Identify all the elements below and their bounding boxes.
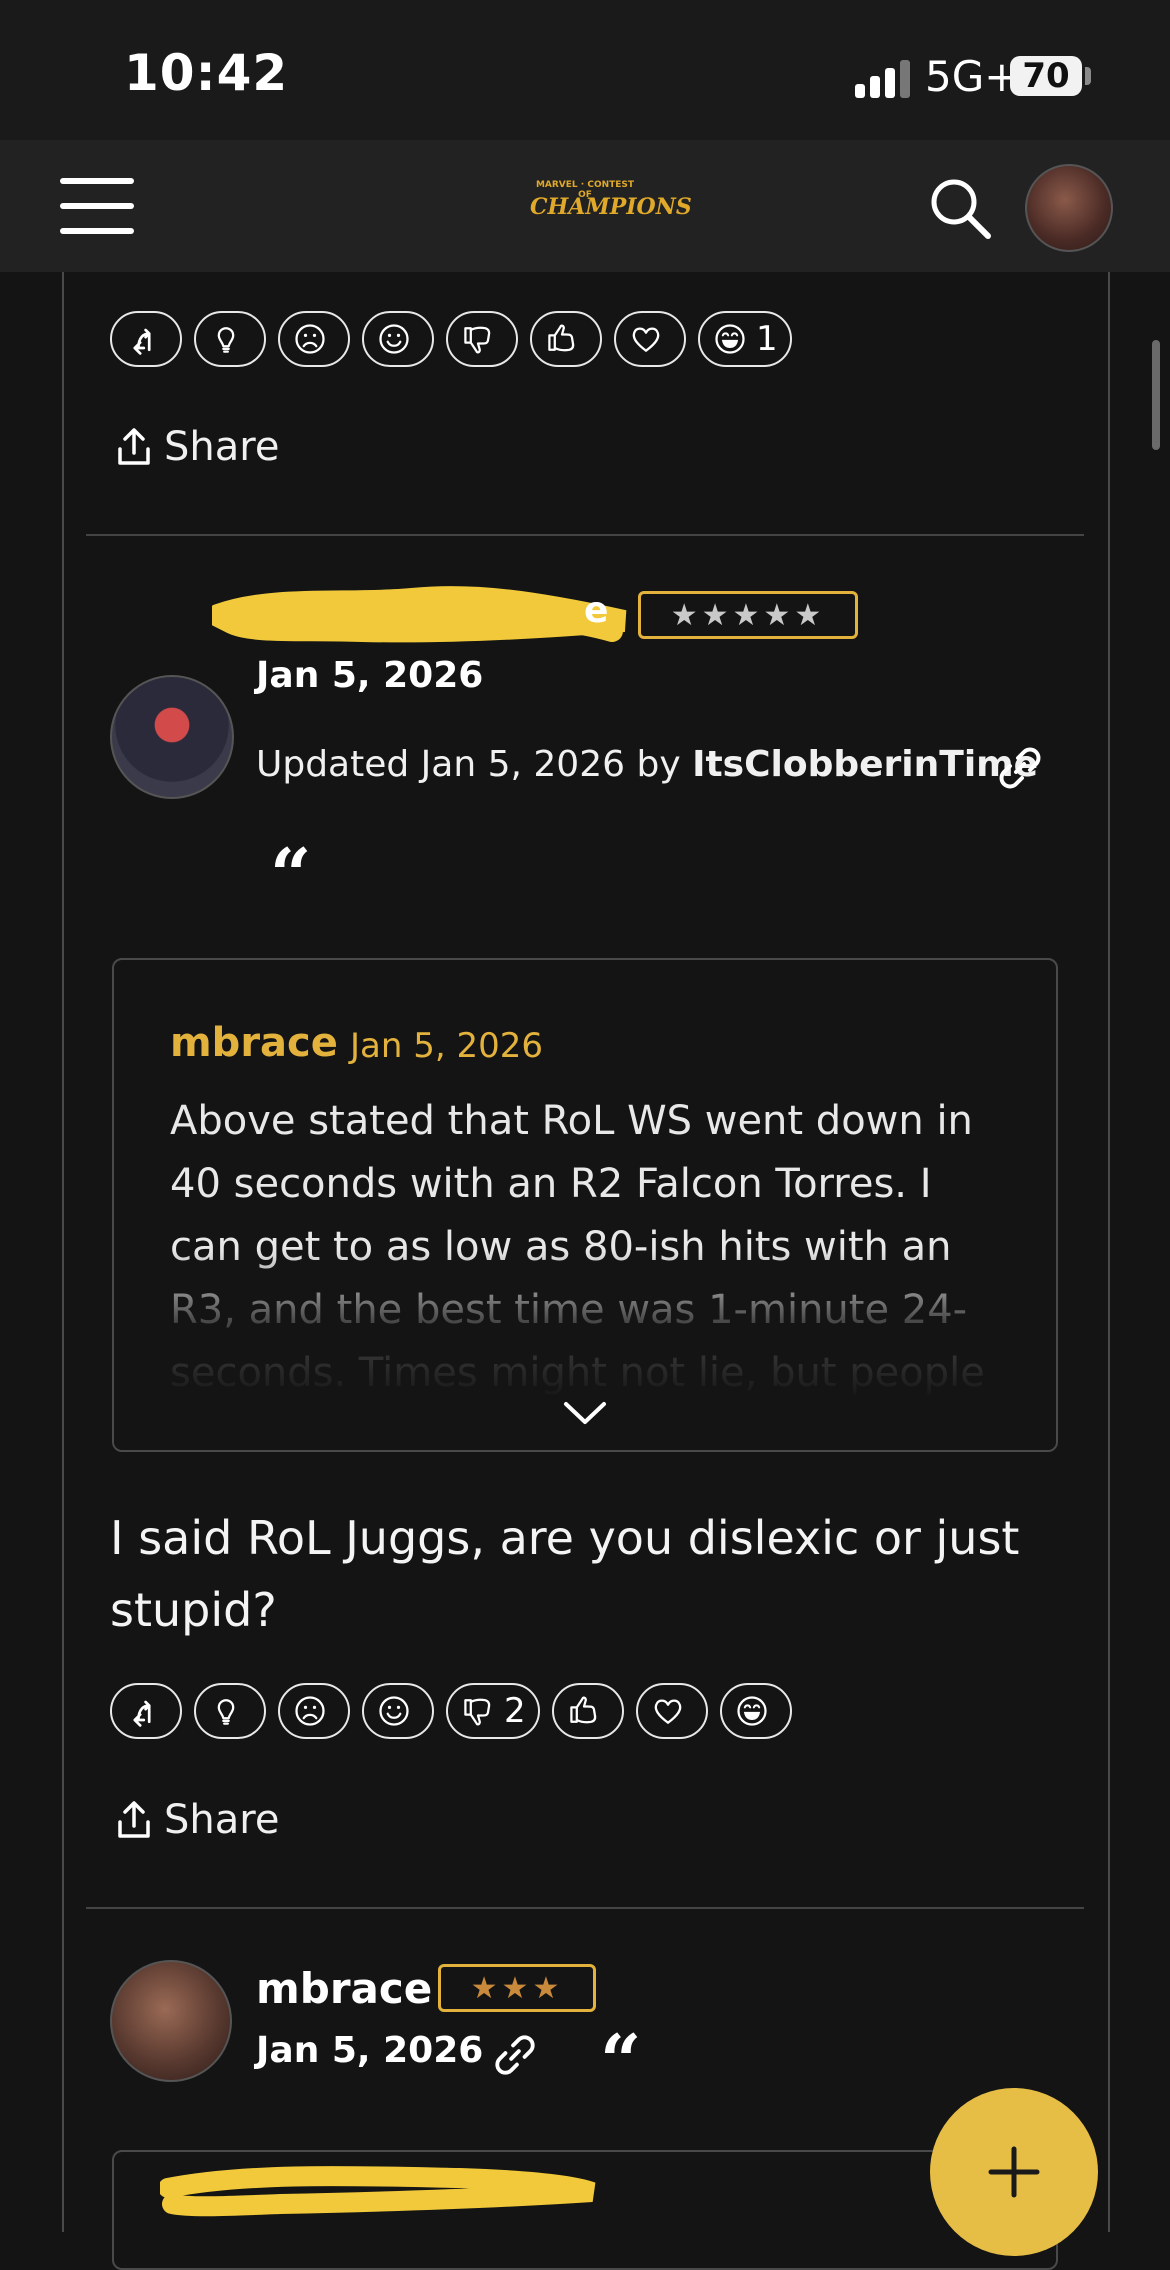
reaction-button[interactable] (194, 1683, 266, 1739)
reaction-bar: 2 (110, 1683, 792, 1739)
share-icon (118, 428, 150, 465)
reply-icon (133, 1700, 151, 1727)
quote-author[interactable]: mbrace (170, 1020, 338, 1066)
post-body: I said RoL Juggs, are you dislexic or ju… (110, 1511, 1020, 1637)
laugh-face-icon (737, 1696, 767, 1726)
reaction-button[interactable] (362, 311, 434, 367)
reaction-button[interactable] (446, 311, 518, 367)
battery-cap (1085, 67, 1091, 85)
logo-title: CHAMPIONS (530, 194, 692, 220)
reaction-count: 1 (756, 319, 778, 359)
heart-icon (632, 327, 660, 352)
plus-icon (988, 2146, 1040, 2198)
reaction-button[interactable] (110, 1683, 182, 1739)
reaction-button[interactable]: 1 (698, 311, 792, 367)
share-label: Share (164, 424, 280, 470)
reaction-button[interactable] (194, 311, 266, 367)
reaction-button[interactable] (278, 1683, 350, 1739)
reaction-button[interactable] (719, 1683, 792, 1739)
reply-icon (133, 328, 151, 355)
share-button[interactable]: Share (116, 424, 279, 470)
smile-face-icon (379, 1696, 409, 1726)
thumbs-up-icon (569, 1696, 596, 1724)
user-avatar[interactable] (1025, 164, 1113, 252)
quote-date[interactable]: Jan 5, 2026 (350, 1026, 543, 1066)
quoted-post[interactable]: mbrace Jan 5, 2026 Above stated that RoL… (112, 958, 1058, 1452)
redacted-username-scribble (212, 586, 627, 643)
network-label: 5G+ (925, 52, 1020, 101)
permalink-icon[interactable] (996, 744, 1044, 792)
reaction-button[interactable] (362, 1683, 434, 1739)
thumbs-up-icon (548, 324, 575, 352)
post-author-name[interactable]: e (584, 590, 608, 631)
contest-of-champions-logo[interactable]: MARVEL · CONTEST OF CHAMPIONS (530, 180, 692, 240)
post-date[interactable]: Jan 5, 2026 (256, 2030, 483, 2071)
scrollbar-thumb[interactable] (1152, 340, 1160, 450)
chevron-down-icon[interactable] (562, 1400, 608, 1428)
share-button[interactable]: Share (116, 1797, 279, 1843)
smile-face-icon (379, 324, 409, 354)
heart-icon (654, 1699, 681, 1724)
updated-by-user[interactable]: ItsClobberinTime (692, 744, 1038, 785)
reaction-button[interactable] (110, 311, 182, 367)
reaction-button[interactable] (278, 311, 350, 367)
post-divider (86, 1907, 1084, 1909)
updated-prefix: Updated Jan 5, 2026 by (256, 744, 693, 785)
post-author-avatar[interactable] (110, 1960, 232, 2082)
post-updated-info: Updated Jan 5, 2026 by ItsClobberinTime (256, 744, 1038, 785)
post-author-avatar[interactable] (110, 675, 234, 799)
hamburger-menu-icon[interactable] (60, 178, 134, 234)
search-icon[interactable] (928, 176, 992, 240)
reaction-button[interactable] (614, 311, 686, 367)
reaction-button[interactable] (530, 311, 602, 367)
signal-icon (855, 60, 910, 98)
lightbulb-icon (217, 1699, 235, 1725)
thumbs-down-icon (464, 1698, 491, 1726)
permalink-icon[interactable] (492, 2032, 538, 2078)
laugh-face-icon (715, 324, 745, 354)
quote-icon[interactable]: “ (600, 2018, 641, 2103)
sad-face-icon (295, 1696, 325, 1726)
post-divider (86, 534, 1084, 536)
battery-level: 70 (1022, 56, 1070, 96)
post-author-name[interactable]: mbrace (256, 1964, 432, 2013)
sad-face-icon (295, 324, 325, 354)
redacted-text-scribble (160, 2166, 596, 2217)
share-label: Share (164, 1797, 280, 1843)
rank-badge: ★★★★★ (638, 591, 858, 639)
reaction-count: 2 (504, 1691, 526, 1731)
thumbs-down-icon (464, 326, 491, 354)
reaction-button[interactable]: 2 (446, 1683, 540, 1739)
lightbulb-icon (217, 327, 235, 353)
post-date[interactable]: Jan 5, 2026 (256, 655, 483, 696)
reaction-button[interactable] (635, 1683, 708, 1739)
reaction-button[interactable] (551, 1683, 624, 1739)
reaction-bar: 1 (110, 311, 792, 367)
share-icon (118, 1801, 150, 1838)
rank-badge: ★★★ (438, 1964, 596, 2012)
new-post-fab[interactable] (930, 2088, 1098, 2256)
quote-icon[interactable]: “ (270, 832, 311, 917)
status-time: 10:42 (124, 44, 289, 102)
